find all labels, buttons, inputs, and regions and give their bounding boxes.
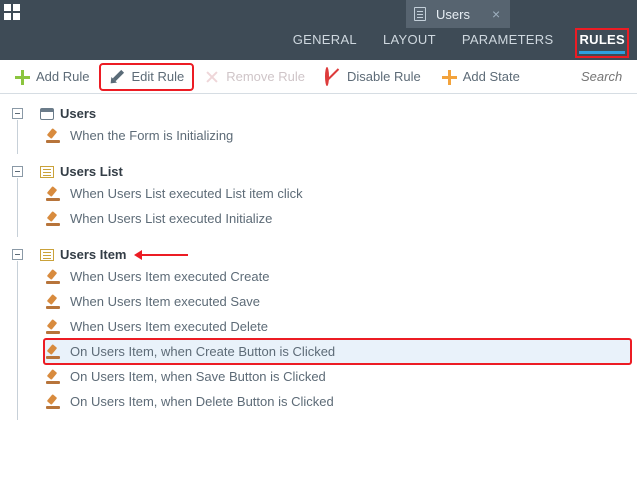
rule-label: When Users List executed List item click [70,186,303,201]
rule-row[interactable]: On Users Item, when Delete Button is Cli… [44,389,633,414]
close-icon[interactable]: × [492,6,500,22]
group-header[interactable]: Users [40,104,633,123]
rule-label: When Users Item executed Delete [70,319,268,334]
tab-parameters[interactable]: PARAMETERS [462,32,554,54]
app-header: Users × GENERAL LAYOUT PARAMETERS RULES [0,0,637,60]
pencil-icon [106,65,129,88]
rule-row[interactable]: When Users Item executed Delete [44,314,633,339]
list-icon [40,166,54,178]
group-header[interactable]: Users List [40,162,633,181]
group-title: Users List [60,164,123,179]
rule-label: On Users Item, when Delete Button is Cli… [70,394,334,409]
group-title: Users Item [60,247,126,262]
document-icon [414,7,426,21]
group-header[interactable]: Users Item [40,245,633,264]
callout-arrow-icon [142,254,188,256]
plus-icon [14,69,30,85]
rule-icon [46,187,62,201]
rule-label: When Users Item executed Save [70,294,260,309]
add-rule-button[interactable]: Add Rule [6,65,97,89]
group-title: Users [60,106,96,121]
rule-row[interactable]: When the Form is Initializing [44,123,633,148]
search-box [581,69,631,84]
rule-label: When the Form is Initializing [70,128,233,143]
document-tab-label: Users [436,7,470,22]
form-icon [40,108,54,120]
rules-toolbar: Add Rule Edit Rule Remove Rule Disable R… [0,60,637,94]
disable-icon [325,67,329,86]
rule-icon [46,320,62,334]
rule-label: When Users Item executed Create [70,269,269,284]
remove-rule-button[interactable]: Remove Rule [196,65,313,89]
collapse-toggle[interactable] [12,166,23,177]
rule-row[interactable]: On Users Item, when Save Button is Click… [44,364,633,389]
edit-rule-button[interactable]: Edit Rule [101,65,192,89]
nav-tabs: GENERAL LAYOUT PARAMETERS RULES [293,32,637,60]
app-menu-icon[interactable] [4,4,20,20]
remove-icon [204,69,220,85]
rule-label: On Users Item, when Create Button is Cli… [70,344,335,359]
rule-icon [46,370,62,384]
rule-icon [46,295,62,309]
rule-row[interactable]: On Users Item, when Create Button is Cli… [44,339,631,364]
rule-icon [46,345,62,359]
plus-icon [441,69,457,85]
rule-row[interactable]: When Users List executed Initialize [44,206,633,231]
add-state-button[interactable]: Add State [433,65,528,89]
collapse-toggle[interactable] [12,249,23,260]
list-icon [40,249,54,261]
rule-label: When Users List executed Initialize [70,211,272,226]
rule-icon [46,395,62,409]
disable-rule-button[interactable]: Disable Rule [317,65,429,89]
tab-general[interactable]: GENERAL [293,32,357,54]
rule-row[interactable]: When Users List executed List item click [44,181,633,206]
tab-rules[interactable]: RULES [579,32,625,54]
rule-row[interactable]: When Users Item executed Save [44,289,633,314]
search-input[interactable] [581,69,631,84]
rule-icon [46,212,62,226]
rule-group: Users Item When Users Item executed Creat… [4,245,633,414]
rule-group: Users List When Users List executed List … [4,162,633,231]
rule-icon [46,270,62,284]
tab-layout[interactable]: LAYOUT [383,32,436,54]
rule-group: Users When the Form is Initializing [4,104,633,148]
rule-row[interactable]: When Users Item executed Create [44,264,633,289]
rules-tree: Users When the Form is Initializing Users … [0,94,637,503]
rule-label: On Users Item, when Save Button is Click… [70,369,326,384]
document-tab[interactable]: Users × [406,0,510,28]
collapse-toggle[interactable] [12,108,23,119]
rule-icon [46,129,62,143]
